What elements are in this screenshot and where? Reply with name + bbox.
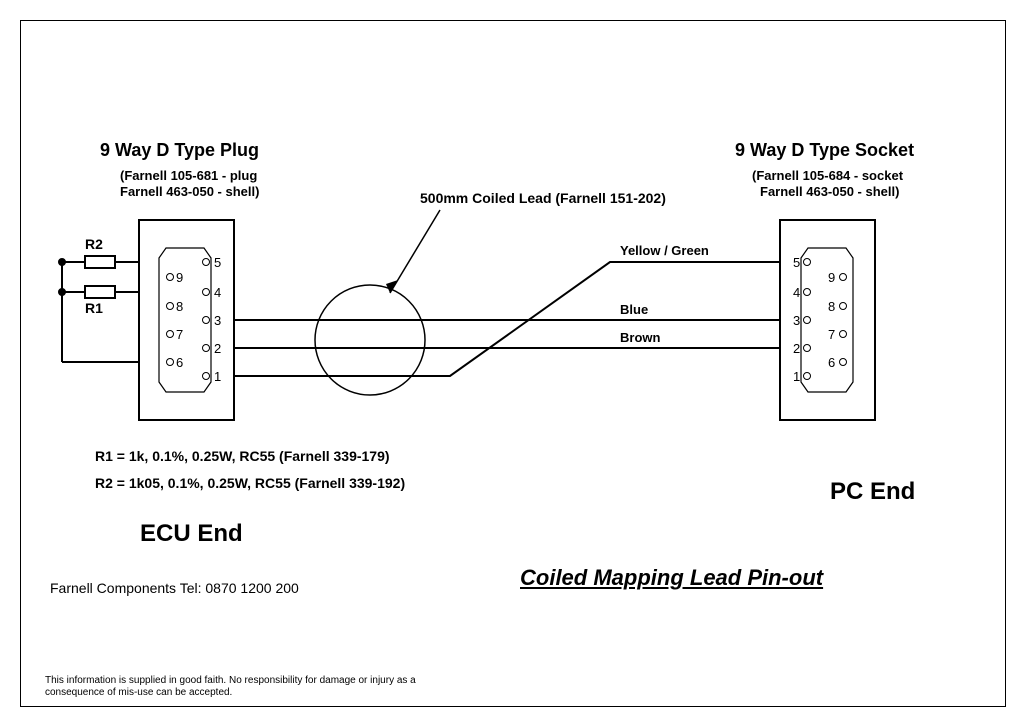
right-pin-5: 5 (793, 255, 800, 270)
pc-end-label: PC End (830, 478, 915, 506)
wire-brown: Brown (620, 330, 660, 345)
disclaimer-line-1: This information is supplied in good fai… (45, 675, 416, 686)
r2-label: R2 (85, 236, 103, 252)
right-connector-sub2: Farnell 463-050 - shell) (760, 184, 899, 199)
wire-blue: Blue (620, 302, 648, 317)
left-pin-5: 5 (214, 255, 221, 270)
left-pin-7: 7 (176, 327, 183, 342)
left-pin-6: 6 (176, 355, 183, 370)
right-pin-1: 1 (793, 369, 800, 384)
document-title: Coiled Mapping Lead Pin-out (520, 565, 823, 591)
right-pin-7: 7 (828, 327, 835, 342)
right-pin-4: 4 (793, 285, 800, 300)
left-pin-1: 1 (214, 369, 221, 384)
right-pin-8: 8 (828, 299, 835, 314)
disclaimer-line-2: consequence of mis-use can be accepted. (45, 687, 232, 698)
right-pin-3: 3 (793, 313, 800, 328)
coil-label: 500mm Coiled Lead (Farnell 151-202) (420, 190, 666, 206)
left-pin-8: 8 (176, 299, 183, 314)
wires (234, 262, 780, 376)
right-pin-9: 9 (828, 270, 835, 285)
ecu-end-label: ECU End (140, 520, 243, 548)
left-pin-4: 4 (214, 285, 221, 300)
left-pin-2: 2 (214, 341, 221, 356)
right-pin-6: 6 (828, 355, 835, 370)
schematic-svg (0, 0, 1024, 725)
left-pin-9: 9 (176, 270, 183, 285)
left-connector-sub1: (Farnell 105-681 - plug (120, 168, 257, 183)
right-connector-sub1: (Farnell 105-684 - socket (752, 168, 903, 183)
r1-spec: R1 = 1k, 0.1%, 0.25W, RC55 (Farnell 339-… (95, 448, 390, 464)
left-pin-3: 3 (214, 313, 221, 328)
right-pin-2: 2 (793, 341, 800, 356)
right-connector-title: 9 Way D Type Socket (735, 140, 914, 161)
r1-label: R1 (85, 300, 103, 316)
wire-yg: Yellow / Green (620, 243, 709, 258)
coil-callout (315, 210, 440, 395)
r2-spec: R2 = 1k05, 0.1%, 0.25W, RC55 (Farnell 33… (95, 475, 405, 491)
left-connector-sub2: Farnell 463-050 - shell) (120, 184, 259, 199)
left-connector-title: 9 Way D Type Plug (100, 140, 259, 161)
supplier-contact: Farnell Components Tel: 0870 1200 200 (50, 580, 299, 596)
